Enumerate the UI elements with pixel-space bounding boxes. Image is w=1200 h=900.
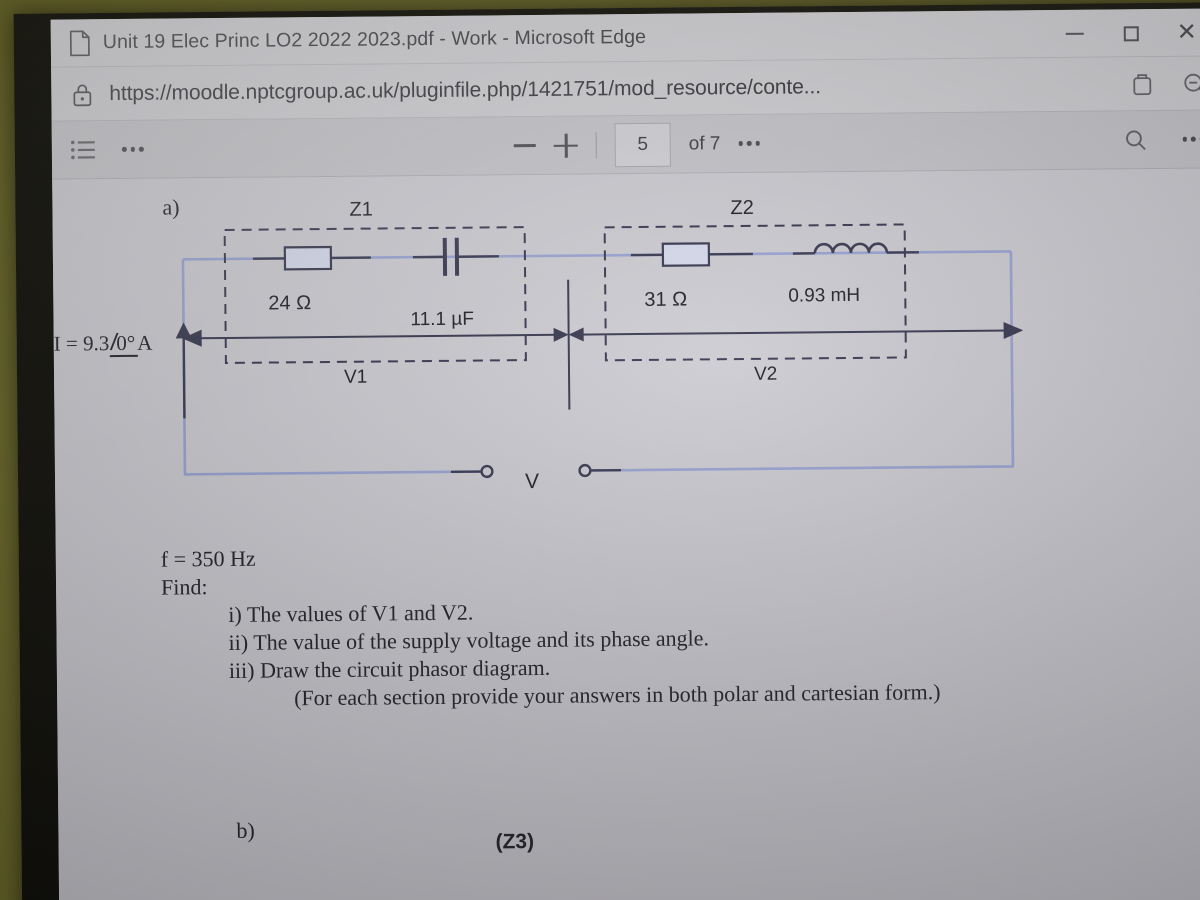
pdf-toolbar: 5 of 7 [51,110,1200,180]
close-button[interactable]: ✕ [1159,8,1200,57]
page-navigation: 5 of 7 [513,121,761,167]
z2-label: Z2 [730,196,754,220]
task-note: (For each section provide your answers i… [294,679,941,711]
zoom-out-button[interactable] [513,144,536,147]
v1-measurement-arrow [182,329,559,347]
part-a-label: a) [162,194,180,220]
lock-icon [73,84,92,106]
window-title: Unit 19 Elec Princ LO2 2022 2023.pdf - W… [102,25,647,54]
part-b-label: b) [236,817,255,843]
task-iii: iii) Draw the circuit phasor diagram. [228,654,551,683]
current-magnitude: I = 9.3 [53,331,110,356]
find-label: Find: [160,574,208,600]
frequency-label: f = 350 Hz [160,545,256,572]
v1-label: V1 [343,366,368,388]
task-i: i) The values of V1 and V2. [228,599,474,627]
page-number-input[interactable]: 5 [614,122,671,167]
table-of-contents-icon[interactable] [70,138,96,162]
page-more-icon[interactable] [738,141,760,146]
toolbar-divider [595,131,597,158]
zoom-in-button[interactable] [554,133,578,157]
save-icon[interactable] [1129,71,1155,97]
circuit-diagram [175,223,1024,479]
v2-label: V2 [753,363,778,385]
more-options-icon[interactable] [121,147,144,152]
z2-resistor-value: 31 Ω [644,288,688,311]
branch-divider [553,279,584,410]
z1-resistor-value: 24 Ω [268,292,312,315]
angle-symbol: 0° [109,331,137,356]
search-icon[interactable] [1122,128,1148,152]
window-controls: ✕ [1047,8,1200,58]
zoom-out-icon[interactable] [1181,71,1200,97]
more-settings-icon[interactable] [1182,136,1200,142]
document-icon [69,29,90,56]
current-unit: A [137,330,153,355]
photograph-of-screen: Unit 19 Elec Princ LO2 2022 2023.pdf - W… [0,0,1200,900]
supply-current-arrow [175,322,192,419]
maximize-button[interactable] [1103,9,1159,58]
supply-voltage-label: V [524,469,540,494]
address-bar-actions [1129,57,1200,112]
z3-label: (Z3) [495,830,535,854]
supply-current-label: I = 9.3 0°A [54,331,153,357]
page-total-label: of 7 [688,132,721,155]
url-text: https://moodle.nptcgroup.ac.uk/pluginfil… [109,74,822,105]
pdf-page: a) Z1 Z2 24 Ω 11.1 µF 31 Ω 0.93 mH V1 V2… [52,168,1200,900]
z1-capacitor-value: 11.1 µF [410,308,475,331]
z1-label: Z1 [349,198,373,221]
screen-content: Unit 19 Elec Princ LO2 2022 2023.pdf - W… [50,8,1200,900]
v2-measurement-arrow [578,321,1024,340]
z2-inductor-value: 0.93 mH [788,284,861,307]
minimize-button[interactable] [1047,10,1103,59]
task-ii: ii) The value of the supply voltage and … [228,625,710,655]
